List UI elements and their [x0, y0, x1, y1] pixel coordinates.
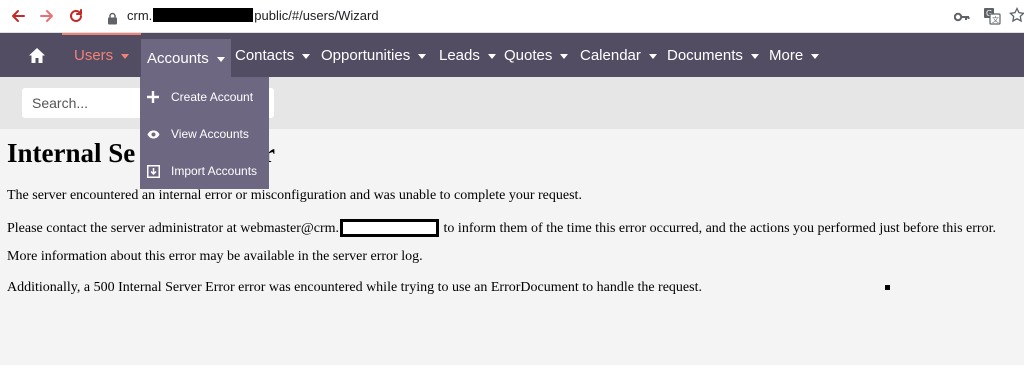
dropdown-item-view-accounts[interactable]: View Accounts: [140, 120, 269, 148]
nav-item-documents[interactable]: Documents: [667, 33, 759, 77]
import-icon: [146, 164, 160, 178]
nav-item-quotes[interactable]: Quotes: [504, 33, 569, 77]
svg-text:文: 文: [992, 15, 999, 24]
caret-down-icon: [121, 53, 130, 59]
error-paragraph-1: The server encountered an internal error…: [7, 188, 582, 203]
nav-label: Calendar: [580, 46, 641, 64]
forward-arrow-icon[interactable]: [37, 6, 57, 26]
url-prefix: crm.: [127, 8, 153, 23]
address-bar[interactable]: crm. public/#/users/Wizard: [127, 8, 379, 23]
dropdown-item-import-accounts[interactable]: Import Accounts: [140, 157, 269, 185]
nav-item-users[interactable]: Users: [61, 33, 142, 77]
nav-label: Contacts: [235, 46, 295, 64]
redacted-block: [153, 8, 254, 22]
nav-item-opportunities[interactable]: Opportunities: [321, 33, 427, 77]
nav-item-calendar[interactable]: Calendar: [580, 33, 657, 77]
bookmark-star-icon[interactable]: [1008, 6, 1024, 27]
main-navigation: Users Accounts Contacts Opportunities Le…: [0, 33, 1024, 77]
error-paragraph-4: Additionally, a 500 Internal Server Erro…: [7, 280, 702, 295]
redacted-block: [340, 219, 440, 237]
caret-down-icon: [750, 53, 759, 59]
nav-label: Accounts: [147, 49, 209, 67]
nav-label: Leads: [439, 46, 480, 64]
nav-label: Quotes: [504, 46, 553, 64]
dropdown-label: Import Accounts: [171, 164, 258, 178]
p2-before: Please contact the server administrator …: [7, 221, 340, 236]
title-start: Internal Se: [7, 138, 136, 168]
caret-down-icon: [648, 53, 657, 59]
browser-toolbar: crm. public/#/users/Wizard G文: [0, 0, 1024, 33]
nav-item-more[interactable]: More: [769, 33, 820, 77]
caret-down-icon: [811, 53, 820, 59]
caret-down-icon: [560, 53, 569, 59]
error-paragraph-3: More information about this error may be…: [7, 249, 423, 264]
plus-icon: [146, 90, 160, 104]
lock-icon[interactable]: [107, 10, 118, 29]
back-arrow-icon[interactable]: [8, 6, 28, 26]
nav-item-leads[interactable]: Leads: [439, 33, 496, 77]
accounts-dropdown-menu: Create Account View Accounts Import Acco…: [140, 77, 269, 189]
nav-label: More: [769, 46, 804, 64]
nav-label: Users: [74, 46, 114, 64]
caret-down-icon: [302, 53, 311, 59]
dropdown-label: View Accounts: [171, 127, 249, 141]
stray-dot: [885, 285, 890, 290]
home-icon[interactable]: [20, 43, 54, 67]
nav-label: Documents: [667, 46, 743, 64]
nav-item-accounts[interactable]: Accounts: [141, 39, 231, 77]
dropdown-item-create-account[interactable]: Create Account: [140, 83, 269, 111]
reload-icon[interactable]: [66, 6, 86, 26]
caret-down-icon: [418, 53, 427, 59]
nav-item-contacts[interactable]: Contacts: [235, 33, 311, 77]
translate-icon[interactable]: G文: [983, 7, 1001, 29]
url-suffix: public/#/users/Wizard: [254, 8, 379, 23]
dropdown-label: Create Account: [171, 90, 254, 104]
eye-icon: [146, 127, 160, 141]
key-icon[interactable]: [953, 9, 970, 28]
nav-label: Opportunities: [321, 46, 411, 64]
page-title: Internal Ser: [7, 138, 275, 169]
caret-down-icon: [216, 56, 225, 62]
caret-down-icon: [487, 53, 496, 59]
p2-after: to inform them of the time this error oc…: [443, 221, 996, 236]
error-paragraph-2: Please contact the server administrator …: [7, 219, 996, 237]
